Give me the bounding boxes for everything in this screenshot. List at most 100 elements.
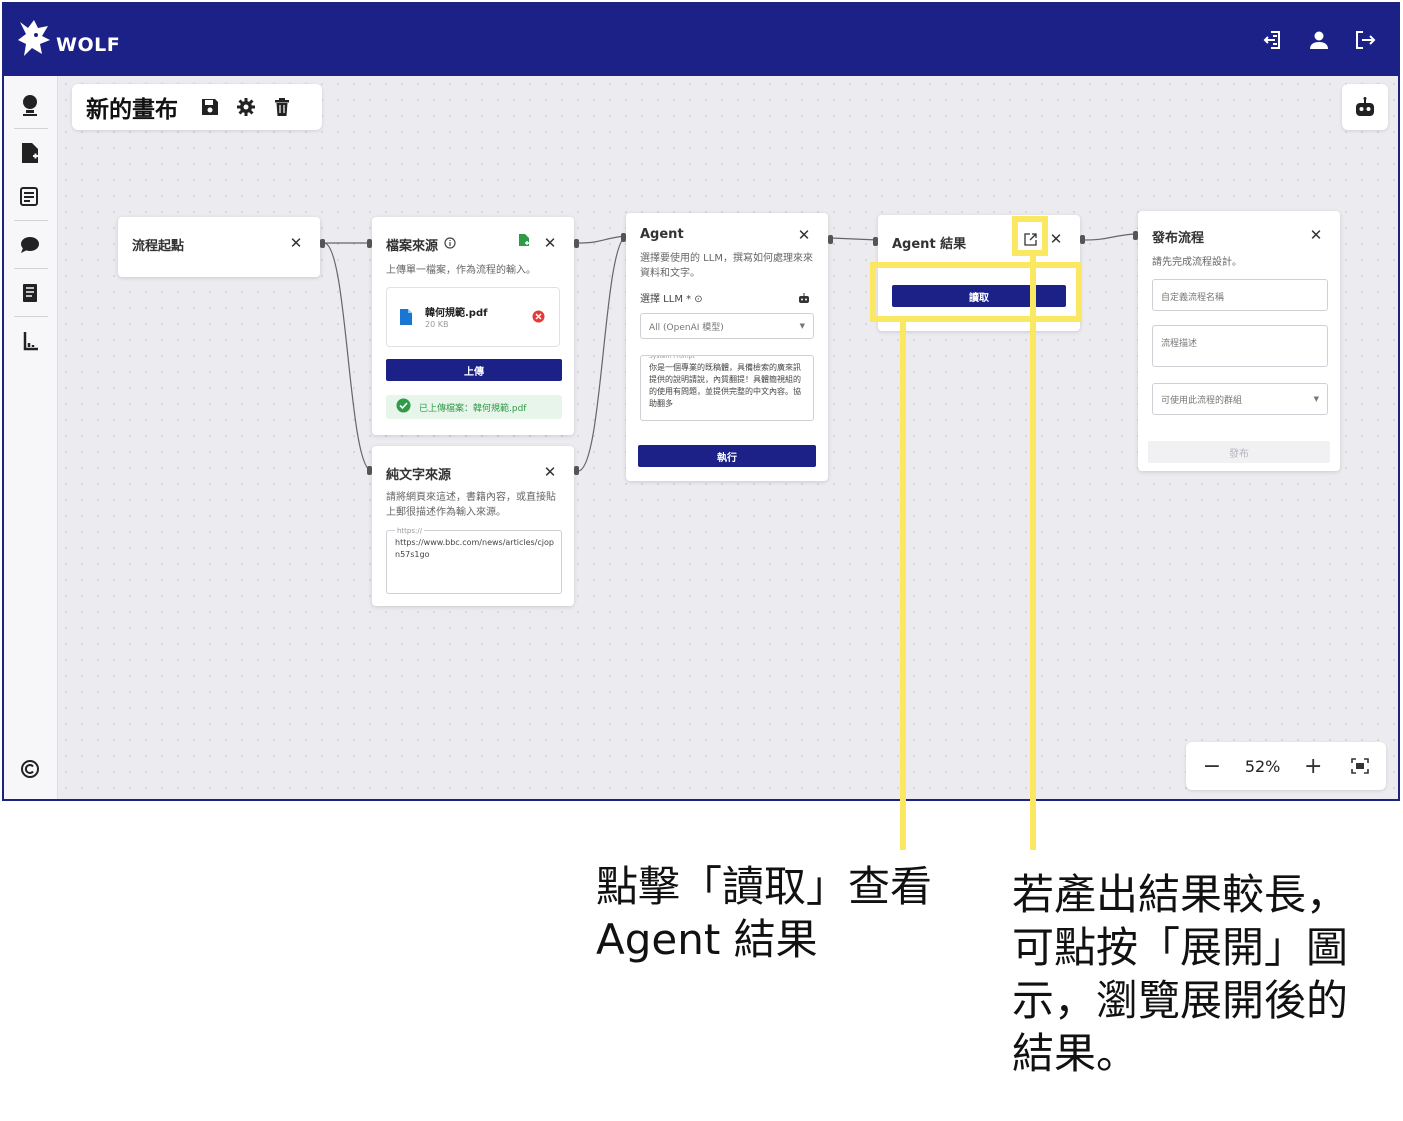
chart-icon[interactable] — [17, 328, 43, 354]
node-title: 發布流程 — [1152, 227, 1204, 246]
highlight-expand-icon — [1012, 216, 1048, 256]
robot-icon[interactable] — [1342, 84, 1388, 130]
close-icon[interactable]: ✕ — [796, 226, 812, 244]
sidebar-divider — [14, 316, 48, 317]
chat-icon[interactable] — [17, 232, 43, 258]
info-icon[interactable] — [444, 236, 456, 253]
flow-description-input[interactable]: 流程描述 — [1152, 325, 1328, 367]
node-start[interactable]: 流程起點 ✕ — [118, 217, 325, 277]
node-title: 純文字來源 — [386, 464, 451, 483]
output-handle[interactable] — [574, 466, 579, 475]
robot-icon[interactable] — [798, 293, 810, 307]
zoom-controls: − 52% + — [1186, 742, 1386, 790]
pdf-file-icon — [399, 308, 413, 329]
textarea-label: https:// — [395, 525, 425, 537]
book-icon[interactable] — [17, 280, 43, 306]
upload-button[interactable]: 上傳 — [386, 359, 562, 381]
close-icon[interactable]: ✕ — [542, 234, 558, 252]
node-title-label: Agent 結果 — [892, 237, 967, 252]
export-icon[interactable] — [1260, 28, 1284, 52]
input-handle[interactable] — [367, 466, 372, 475]
edge-text-agent — [577, 235, 627, 472]
zoom-out-button[interactable]: − — [1198, 752, 1226, 780]
close-icon[interactable]: ✕ — [1048, 230, 1064, 248]
close-icon[interactable]: ✕ — [1308, 226, 1324, 244]
copyright-icon[interactable] — [17, 756, 43, 782]
output-handle[interactable] — [574, 239, 579, 248]
file-add-icon[interactable] — [17, 140, 43, 166]
input-handle[interactable] — [621, 233, 626, 242]
app-window: WOLF 新的畫布 流程起點 ✕ 檔案來源 ✕ 上傳單一檔案，作為流程的輸入。 … — [2, 2, 1400, 801]
highlight-read-button — [870, 262, 1082, 322]
flow-name-input[interactable]: 自定義流程名稱 — [1152, 279, 1328, 311]
node-description: 請將網頁來這述，書籍內容，或直接貼上郵很描述作為輸入來源。 — [386, 492, 556, 518]
run-button[interactable]: 執行 — [638, 445, 816, 467]
textarea-label: System Prompt — [647, 356, 697, 363]
node-description: 請先完成流程設計。 — [1152, 257, 1242, 268]
close-icon[interactable]: ✕ — [288, 234, 304, 252]
wolf-logo — [16, 18, 52, 62]
fit-screen-icon[interactable] — [1346, 752, 1374, 780]
input-handle[interactable] — [367, 239, 372, 248]
node-title: Agent 結果 — [892, 233, 966, 252]
uploaded-file-card: 韓何規範.pdf 20 KB — [386, 287, 560, 347]
edge-agent-result — [830, 237, 879, 241]
upload-status: 已上傳檔案：韓何規範.pdf — [386, 395, 562, 419]
callout-line-expand — [1030, 256, 1036, 850]
node-title-label: 發布流程 — [1152, 231, 1205, 246]
canvas-toolbar: 新的畫布 — [72, 84, 322, 130]
flow-canvas[interactable]: 新的畫布 流程起點 ✕ 檔案來源 ✕ 上傳單一檔案，作為流程的輸入。 韓何規範.… — [58, 76, 1398, 799]
zoom-level: 52% — [1244, 756, 1281, 776]
input-handle[interactable] — [873, 237, 878, 246]
top-bar: WOLF — [4, 4, 1398, 76]
system-prompt-textarea[interactable]: System Prompt 你是一個專業的既稿體，具備檢索的廣來訊提供的說明請說… — [640, 355, 814, 421]
zoom-in-button[interactable]: + — [1299, 752, 1327, 780]
output-handle[interactable] — [828, 235, 833, 244]
remove-icon[interactable] — [532, 310, 545, 326]
save-icon[interactable] — [192, 89, 228, 125]
node-title-label: Agent — [640, 227, 684, 242]
close-icon[interactable]: ✕ — [542, 463, 558, 481]
edge-start-text — [323, 242, 373, 472]
logout-icon[interactable] — [1353, 28, 1377, 52]
textarea-value: https://www.bbc.com/news/articles/cjop n… — [395, 538, 554, 559]
node-title: Agent — [640, 227, 684, 242]
trash-icon[interactable] — [264, 89, 300, 125]
node-description: 上傳單一檔案，作為流程的輸入。 — [386, 265, 536, 276]
llm-select[interactable]: All (OpenAI 模型) ▼ — [640, 313, 814, 339]
group-select[interactable]: 可使用此流程的群組 ▼ — [1152, 383, 1328, 415]
edge-result-publish — [1083, 233, 1135, 241]
input-handle[interactable] — [1133, 231, 1138, 240]
caption-read: 點擊「讀取」查看 Agent 結果 — [596, 862, 933, 964]
node-file-source[interactable]: 檔案來源 ✕ 上傳單一檔案，作為流程的輸入。 韓何規範.pdf 20 KB 上傳… — [367, 217, 579, 435]
sidebar-divider — [14, 220, 48, 221]
form-icon[interactable] — [17, 184, 43, 210]
llm-select-value: All (OpenAI 模型) — [649, 322, 724, 333]
user-icon[interactable] — [1307, 28, 1331, 52]
edge-file-agent — [577, 235, 627, 244]
publish-button[interactable]: 發布 — [1148, 441, 1330, 463]
node-agent[interactable]: Agent ✕ 選擇要使用的 LLM，撰寫如何處理來來資料和文字。 選擇 LLM… — [621, 213, 833, 481]
file-add-icon[interactable] — [518, 233, 530, 250]
sidebar — [4, 76, 58, 799]
node-text-source[interactable]: 純文字來源 ✕ 請將網頁來這述，書籍內容，或直接貼上郵很描述作為輸入來源。 ht… — [367, 446, 579, 606]
brand[interactable]: WOLF — [16, 18, 120, 62]
lightbulb-icon[interactable] — [17, 92, 43, 118]
llm-label: 選擇 LLM * ⊙ — [640, 294, 703, 305]
node-title: 檔案來源 — [386, 235, 456, 254]
sidebar-divider — [14, 268, 48, 269]
check-circle-icon — [396, 398, 411, 416]
output-handle[interactable] — [320, 239, 325, 248]
prompt-text: 你是一個專業的既稿體，具備檢索的廣來訊提供的說明請說，內質翻提！具體簡視組的的使… — [649, 363, 801, 408]
file-size: 20 KB — [425, 320, 449, 329]
chevron-down-icon: ▼ — [1313, 395, 1319, 403]
gear-icon[interactable] — [228, 89, 264, 125]
output-handle[interactable] — [1080, 235, 1085, 244]
node-description: 選擇要使用的 LLM，撰寫如何處理來來資料和文字。 — [640, 253, 813, 279]
node-publish[interactable]: 發布流程 ✕ 請先完成流程設計。 自定義流程名稱 流程描述 可使用此流程的群組 … — [1133, 211, 1340, 471]
text-source-textarea[interactable]: https:// https://www.bbc.com/news/articl… — [386, 525, 562, 594]
upload-status-text: 已上傳檔案：韓何規範.pdf — [419, 403, 527, 414]
canvas-title[interactable]: 新的畫布 — [86, 90, 178, 124]
sidebar-divider — [14, 128, 48, 129]
file-name: 韓何規範.pdf — [425, 308, 488, 319]
